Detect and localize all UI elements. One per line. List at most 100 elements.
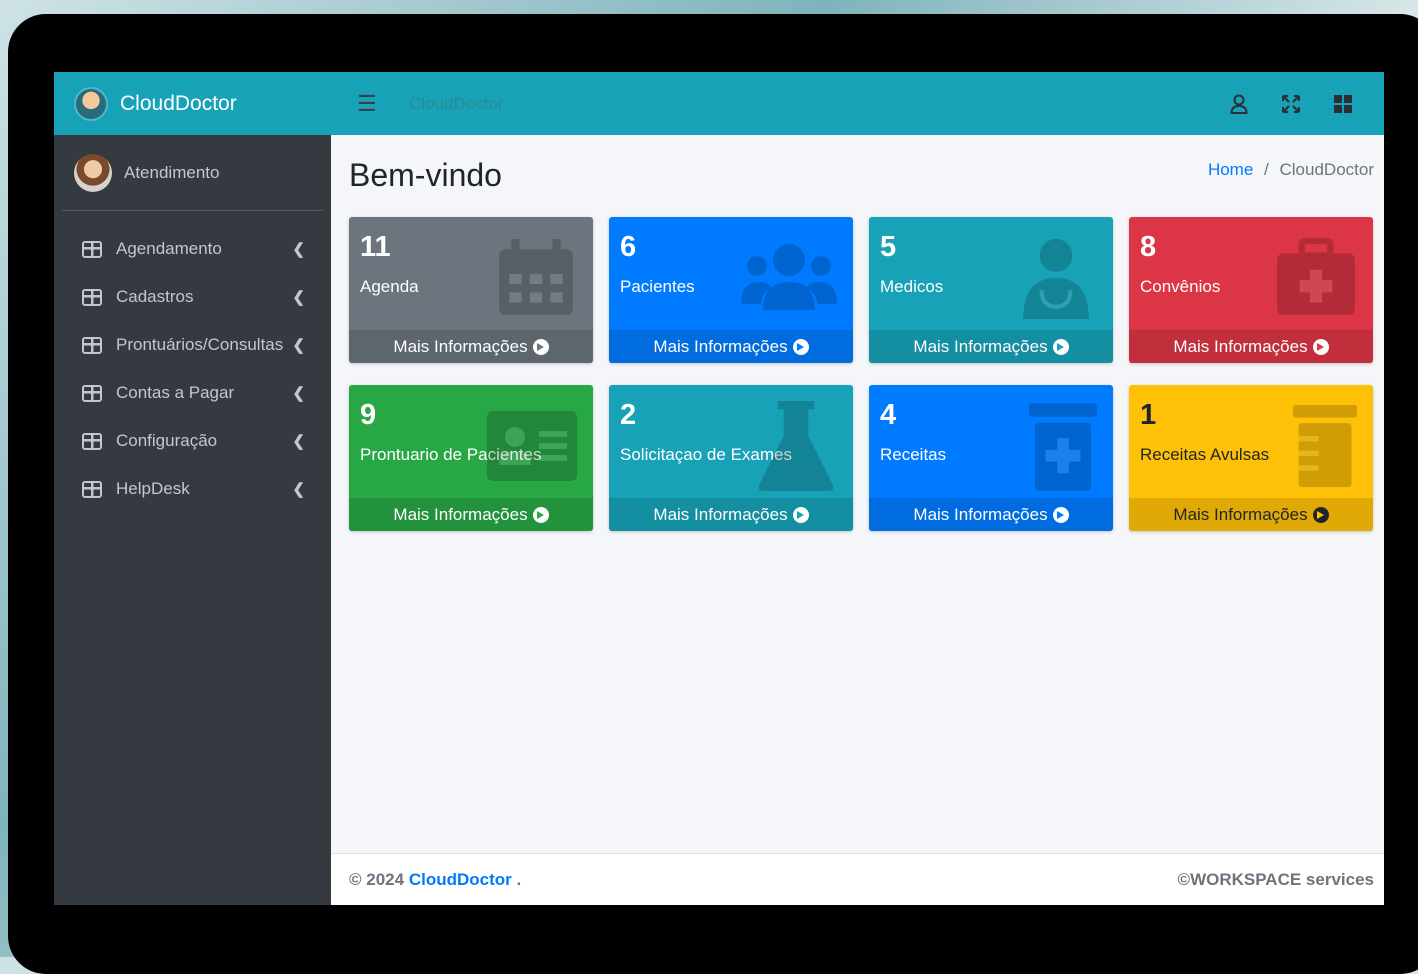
doctor-icon bbox=[1023, 239, 1089, 319]
more-info-label: Mais Informações bbox=[653, 336, 788, 356]
doctor-avatar-logo bbox=[76, 88, 106, 119]
chevron-left-icon: ❮ bbox=[292, 385, 305, 402]
more-info-link[interactable]: Mais Informações bbox=[349, 498, 593, 531]
chevron-left-icon: ❮ bbox=[292, 433, 305, 450]
arrow-circle-right-icon bbox=[532, 506, 549, 523]
sidebar-nav: Agendamento ❮ Cadastros ❮ Prontuários/Co… bbox=[54, 225, 331, 513]
table-icon bbox=[82, 384, 102, 402]
more-info-link[interactable]: Mais Informações bbox=[1129, 330, 1373, 363]
stat-card-receitas-avulsas[interactable]: 1 Receitas Avulsas Mais Informações bbox=[1129, 385, 1373, 531]
brand-name: CloudDoctor bbox=[120, 91, 237, 115]
topbar: ☰ CloudDoctor bbox=[331, 72, 1384, 135]
sidebar-item-label: Agendamento bbox=[116, 239, 222, 258]
users-icon bbox=[741, 244, 837, 310]
more-info-link[interactable]: Mais Informações bbox=[349, 330, 593, 363]
main-content: Bem-vindo Home / CloudDoctor 11 Agenda M… bbox=[331, 135, 1384, 853]
more-info-label: Mais Informações bbox=[653, 504, 788, 524]
sidebar: CloudDoctor Atendimento Agendamento ❮ Ca… bbox=[54, 72, 331, 905]
stat-card-convenios[interactable]: 8 Convênios Mais Informações bbox=[1129, 217, 1373, 363]
user-panel[interactable]: Atendimento bbox=[62, 135, 323, 211]
app-window: CloudDoctor Atendimento Agendamento ❮ Ca… bbox=[54, 72, 1384, 905]
stat-count: 2 bbox=[620, 399, 637, 431]
more-info-link[interactable]: Mais Informações bbox=[869, 330, 1113, 363]
menu-icon[interactable]: ☰ bbox=[357, 91, 379, 117]
table-icon bbox=[82, 288, 102, 306]
more-info-link[interactable]: Mais Informações bbox=[869, 498, 1113, 531]
breadcrumb-current: CloudDoctor bbox=[1279, 160, 1375, 179]
stat-card-pacientes[interactable]: 6 Pacientes Mais Informações bbox=[609, 217, 853, 363]
table-icon bbox=[82, 240, 102, 258]
arrow-circle-right-icon bbox=[1312, 338, 1329, 355]
arrow-circle-right-icon bbox=[792, 338, 809, 355]
stat-label: Convênios bbox=[1140, 277, 1221, 296]
stat-card-receitas[interactable]: 4 Receitas Mais Informações bbox=[869, 385, 1113, 531]
stat-card-agenda[interactable]: 11 Agenda Mais Informações bbox=[349, 217, 593, 363]
footer-brand-link[interactable]: CloudDoctor bbox=[409, 870, 512, 889]
pill-bottle-icon bbox=[1293, 404, 1357, 488]
footer-left: © 2024 CloudDoctor . bbox=[349, 870, 521, 890]
sidebar-item-helpdesk[interactable]: HelpDesk ❮ bbox=[54, 465, 331, 513]
chevron-left-icon: ❮ bbox=[292, 289, 305, 306]
sidebar-item-configuracao[interactable]: Configuração ❮ bbox=[54, 417, 331, 465]
sidebar-item-contas-a-pagar[interactable]: Contas a Pagar ❮ bbox=[54, 369, 331, 417]
stat-card-exames[interactable]: 2 Solicitaçao de Exames Mais Informações bbox=[609, 385, 853, 531]
stat-count: 11 bbox=[360, 231, 391, 263]
footer-suffix: . bbox=[516, 869, 522, 889]
sidebar-item-label: HelpDesk bbox=[116, 479, 190, 498]
stat-label: Medicos bbox=[880, 277, 944, 296]
stat-count: 9 bbox=[360, 399, 377, 431]
arrow-circle-right-icon bbox=[1312, 506, 1329, 523]
user-icon[interactable] bbox=[1228, 93, 1250, 115]
stat-count: 4 bbox=[880, 399, 897, 431]
topbar-title[interactable]: CloudDoctor bbox=[409, 94, 1228, 114]
more-info-link[interactable]: Mais Informações bbox=[609, 498, 853, 531]
sidebar-item-label: Configuração bbox=[116, 431, 218, 450]
calendar-icon bbox=[499, 239, 573, 315]
stat-count: 8 bbox=[1140, 231, 1157, 263]
stat-label: Pacientes bbox=[620, 277, 695, 296]
sidebar-item-agendamento[interactable]: Agendamento ❮ bbox=[54, 225, 331, 273]
stat-label: Agenda bbox=[360, 277, 419, 296]
more-info-link[interactable]: Mais Informações bbox=[1129, 498, 1373, 531]
sidebar-item-prontuarios[interactable]: Prontuários/Consultas ❮ bbox=[54, 321, 331, 369]
sidebar-item-label: Prontuários/Consultas bbox=[116, 335, 284, 354]
user-name: Atendimento bbox=[124, 162, 220, 182]
more-info-label: Mais Informações bbox=[913, 336, 1048, 356]
apps-icon[interactable] bbox=[1332, 93, 1354, 115]
footer-copyright: © 2024 bbox=[349, 869, 405, 889]
prescription-bottle-icon bbox=[1029, 403, 1097, 491]
stat-card-prontuario[interactable]: 9 Prontuario de Pacientes Mais Informaçõ… bbox=[349, 385, 593, 531]
more-info-label: Mais Informações bbox=[1173, 504, 1308, 524]
more-info-label: Mais Informações bbox=[393, 336, 528, 356]
brand-link[interactable]: CloudDoctor bbox=[54, 72, 331, 135]
breadcrumb-home-link[interactable]: Home bbox=[1208, 160, 1253, 179]
sidebar-item-label: Cadastros bbox=[116, 287, 194, 306]
stat-label: Receitas bbox=[880, 445, 947, 464]
more-info-label: Mais Informações bbox=[913, 504, 1048, 524]
footer-right: ©WORKSPACE services bbox=[1177, 869, 1374, 889]
avatar bbox=[74, 153, 112, 192]
chevron-left-icon: ❮ bbox=[292, 241, 305, 258]
footer: © 2024 CloudDoctor . ©WORKSPACE services bbox=[331, 853, 1384, 905]
sidebar-item-label: Contas a Pagar bbox=[116, 383, 235, 402]
medical-kit-icon bbox=[1277, 238, 1355, 315]
arrow-circle-right-icon bbox=[532, 338, 549, 355]
page-title: Bem-vindo bbox=[349, 157, 502, 193]
table-icon bbox=[82, 336, 102, 354]
id-card-icon bbox=[487, 411, 577, 481]
stat-card-medicos[interactable]: 5 Medicos Mais Informações bbox=[869, 217, 1113, 363]
stat-count: 1 bbox=[1140, 399, 1157, 431]
stat-count: 5 bbox=[880, 231, 897, 263]
table-icon bbox=[82, 432, 102, 450]
arrow-circle-right-icon bbox=[1052, 506, 1069, 523]
sidebar-item-cadastros[interactable]: Cadastros ❮ bbox=[54, 273, 331, 321]
arrow-circle-right-icon bbox=[1052, 338, 1069, 355]
chevron-left-icon: ❮ bbox=[292, 337, 305, 354]
chevron-left-icon: ❮ bbox=[292, 481, 305, 498]
more-info-link[interactable]: Mais Informações bbox=[609, 330, 853, 363]
breadcrumb: Home / CloudDoctor bbox=[1208, 160, 1374, 180]
expand-icon[interactable] bbox=[1280, 93, 1302, 115]
more-info-label: Mais Informações bbox=[393, 504, 528, 524]
breadcrumb-separator: / bbox=[1264, 160, 1269, 179]
stat-label: Receitas Avulsas bbox=[1140, 445, 1270, 464]
